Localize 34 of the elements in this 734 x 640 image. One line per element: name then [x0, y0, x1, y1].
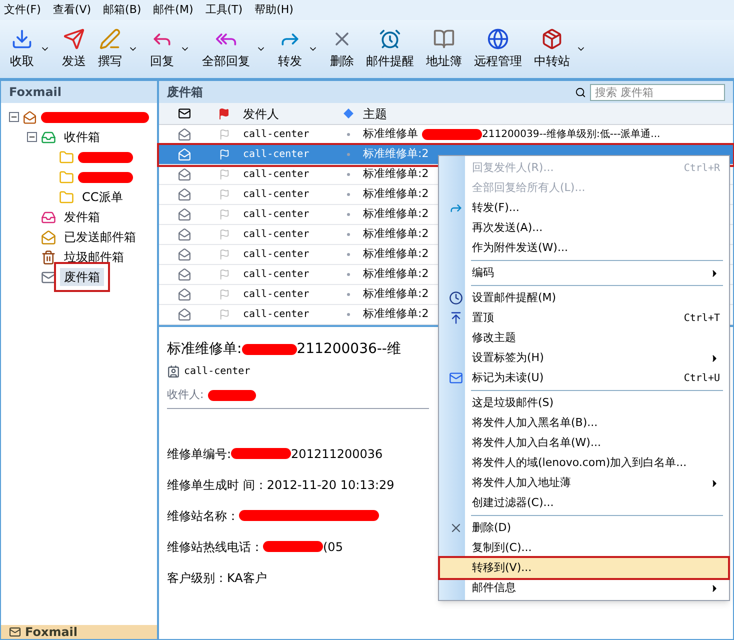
sender-cell-text: call-center	[242, 148, 310, 162]
body-text: 客户级别：KA客户	[167, 570, 267, 586]
sender-cell-text: call-center	[242, 228, 310, 242]
sender-cell-text: call-center	[242, 188, 310, 202]
body-text: 维修站名称：	[167, 508, 239, 524]
subject-cell-text: 标准维修单:2	[362, 226, 430, 242]
sender-cell-text: call-center	[242, 268, 310, 282]
subject-cell-text: 标准维修单:2	[362, 246, 430, 262]
subject-cell-text: 标准维修单:2	[362, 166, 430, 182]
body-text: (05	[323, 538, 343, 556]
body-text: 维修单生成时 间：2012-11-20 10:13:29	[167, 476, 394, 494]
subject-cell-text: 标准维修单:2	[362, 186, 430, 202]
sender-cell-text: call-center	[242, 308, 310, 322]
panel-title: Foxmail	[1, 81, 157, 103]
body-text: 维修站热线电话：	[167, 538, 263, 556]
subject-cell-text: 标准维修单:2	[362, 206, 430, 222]
sender-cell-text: call-center	[242, 288, 310, 302]
sender-cell-text: call-center	[242, 248, 310, 262]
message-subject: 标准维修单:	[167, 340, 242, 359]
subject-cell-text: 标准维修单:2	[362, 286, 430, 302]
sender-cell-text: call-center	[242, 168, 310, 182]
sender-name: call-center	[184, 365, 250, 379]
sender-cell-text: call-center	[242, 208, 310, 222]
subject-cell-text: 标准维修单:2	[362, 146, 430, 162]
subject-cell-text: 标准维修单:2	[362, 266, 430, 282]
subject-cell-text: 标准维修单:2	[362, 306, 430, 322]
subject-cell-text: 211200039--维修单级别:低---派单通...	[482, 128, 660, 142]
list-title-bar: 废件箱 搜索 废件箱	[159, 81, 733, 103]
body-text: 维修单编号:	[167, 446, 232, 462]
body-text: 201211200036	[291, 446, 383, 462]
subject-cell-text: 标准维修单	[362, 126, 419, 142]
sender-cell-text: call-center	[242, 128, 310, 142]
recipient-label: 收件人:	[167, 387, 204, 403]
message-subject: 211200036--维	[296, 340, 401, 359]
